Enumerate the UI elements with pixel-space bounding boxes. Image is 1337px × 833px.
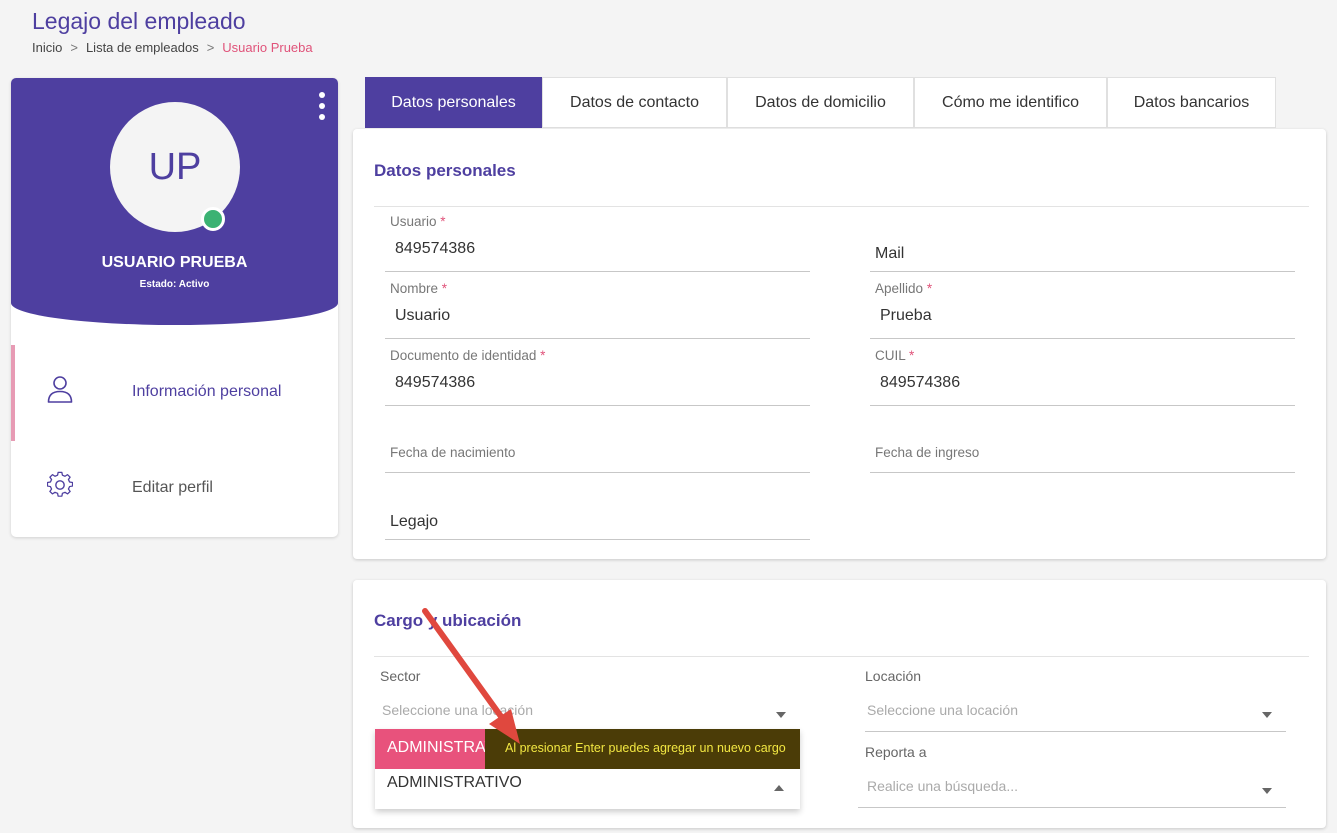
breadcrumb-separator: >	[70, 40, 78, 55]
chevron-down-icon[interactable]	[776, 712, 786, 718]
divider	[374, 656, 1309, 657]
cargo-dropdown: ADMINISTRATIVO Al presionar Enter puedes…	[375, 729, 800, 809]
datos-personales-card: Datos personales Usuario * 849574386 Mai…	[353, 129, 1326, 559]
enter-hint-tooltip: Al presionar Enter puedes agregar un nue…	[485, 729, 800, 769]
fecha-ingreso-field[interactable]: Fecha de ingreso	[870, 413, 1295, 473]
nombre-field[interactable]: Nombre * Usuario	[385, 279, 810, 339]
mail-field[interactable]: Mail	[870, 212, 1295, 272]
legajo-label: Legajo	[390, 513, 439, 530]
tab-bar: Datos personales Datos de contacto Datos…	[365, 77, 1276, 129]
sector-placeholder: Seleccione una locación	[382, 702, 533, 718]
sector-label: Sector	[380, 668, 421, 684]
sector-select[interactable]: Seleccione una locación	[380, 700, 800, 732]
chevron-down-icon[interactable]	[1262, 712, 1272, 718]
chevron-up-icon[interactable]	[774, 785, 784, 791]
locacion-placeholder: Seleccione una locación	[867, 702, 1018, 718]
user-icon	[47, 376, 73, 403]
profile-card: UP USUARIO PRUEBA Estado: Activo Informa…	[11, 78, 338, 537]
usuario-field[interactable]: Usuario * 849574386	[385, 212, 810, 272]
usuario-label: Usuario *	[390, 214, 446, 229]
breadcrumb-separator: >	[206, 40, 215, 55]
menu-item-editar-perfil[interactable]: Editar perfil	[11, 441, 338, 537]
menu-item-informacion-personal[interactable]: Información personal	[11, 345, 338, 441]
breadcrumb-current: Usuario Prueba	[222, 40, 313, 55]
usuario-value: 849574386	[395, 240, 476, 257]
more-options-icon[interactable]	[318, 92, 326, 120]
tab-datos-contacto[interactable]: Datos de contacto	[542, 77, 727, 128]
cargo-input-value[interactable]: ADMINISTRATIVO	[387, 774, 522, 792]
tab-datos-domicilio[interactable]: Datos de domicilio	[727, 77, 914, 128]
breadcrumb-inicio[interactable]: Inicio	[32, 40, 62, 55]
cuil-value: 849574386	[880, 374, 961, 391]
tab-como-me-identifico[interactable]: Cómo me identifico	[914, 77, 1107, 128]
online-status-dot	[201, 207, 225, 231]
user-status: Estado: Activo	[139, 279, 210, 290]
fecha-nacimiento-label: Fecha de nacimiento	[390, 445, 516, 460]
legajo-field[interactable]: Legajo	[385, 480, 810, 540]
reporta-placeholder: Realice una búsqueda...	[867, 778, 1018, 794]
menu-item-label: Editar perfil	[132, 479, 213, 496]
dropdown-option-administrativo[interactable]: ADMINISTRATIVO	[375, 729, 485, 769]
nombre-value: Usuario	[395, 307, 451, 324]
cuil-field[interactable]: CUIL * 849574386	[870, 346, 1295, 406]
page-title: Legajo del empleado	[32, 8, 246, 34]
chevron-down-icon[interactable]	[1262, 788, 1272, 794]
tab-datos-bancarios[interactable]: Datos bancarios	[1107, 77, 1276, 128]
gear-icon	[47, 471, 73, 497]
tab-datos-personales[interactable]: Datos personales	[365, 77, 542, 128]
locacion-label: Locación	[865, 668, 922, 684]
breadcrumb-lista-empleados[interactable]: Lista de empleados	[86, 40, 199, 55]
apellido-label: Apellido *	[875, 281, 933, 296]
reporta-select[interactable]: Realice una búsqueda...	[858, 776, 1286, 808]
apellido-field[interactable]: Apellido * Prueba	[870, 279, 1295, 339]
fecha-nacimiento-field[interactable]: Fecha de nacimiento	[385, 413, 810, 473]
reporta-label: Reporta a	[865, 744, 927, 760]
nombre-label: Nombre *	[390, 281, 448, 296]
cuil-label: CUIL *	[875, 348, 915, 363]
section-title: Cargo y ubicación	[374, 611, 522, 630]
profile-header: UP USUARIO PRUEBA Estado: Activo	[11, 78, 338, 325]
documento-field[interactable]: Documento de identidad * 849574386	[385, 346, 810, 406]
documento-label: Documento de identidad *	[390, 348, 546, 363]
documento-value: 849574386	[395, 374, 476, 391]
apellido-value: Prueba	[880, 307, 932, 324]
fecha-ingreso-label: Fecha de ingreso	[875, 445, 980, 460]
mail-label: Mail	[875, 245, 905, 262]
user-name: USUARIO PRUEBA	[101, 254, 248, 271]
menu-item-label: Información personal	[132, 383, 282, 400]
section-title: Datos personales	[374, 161, 516, 180]
locacion-select[interactable]: Seleccione una locación	[865, 700, 1286, 732]
divider	[374, 206, 1309, 207]
breadcrumb: Inicio > Lista de empleados > Usuario Pr…	[32, 40, 313, 55]
